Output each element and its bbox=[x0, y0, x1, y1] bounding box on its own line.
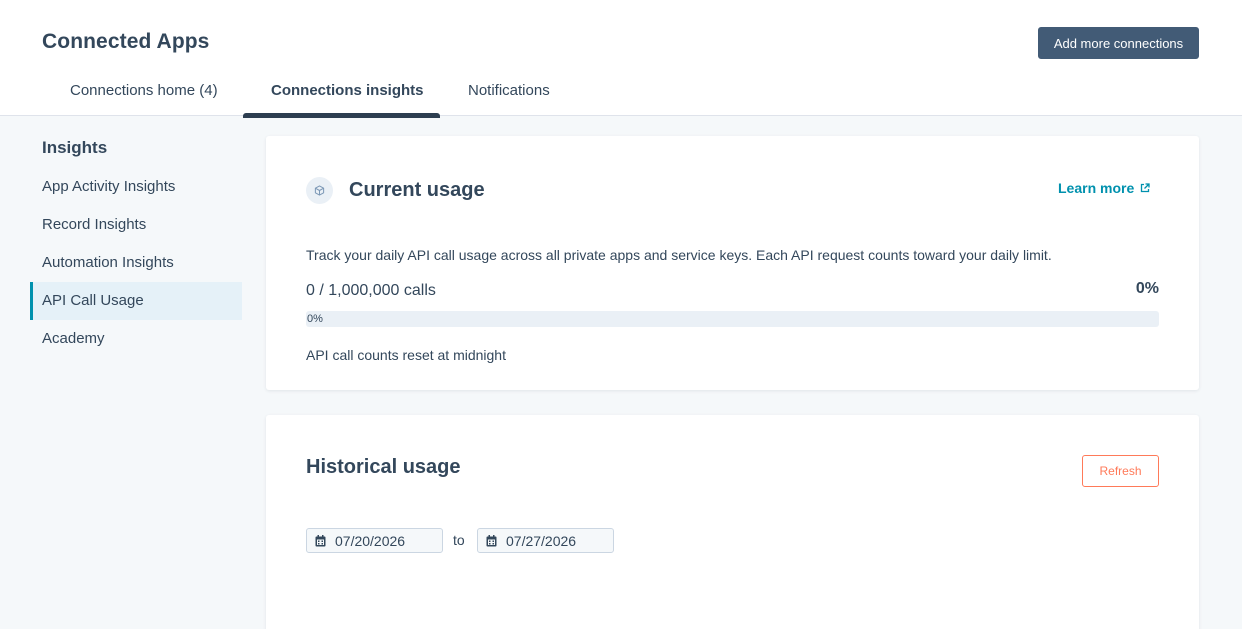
reset-note: API call counts reset at midnight bbox=[306, 347, 506, 363]
tab-notifications[interactable]: Notifications bbox=[468, 82, 550, 99]
external-link-icon bbox=[1141, 183, 1150, 193]
tab-connections-home[interactable]: Connections home (4) bbox=[70, 82, 218, 99]
refresh-button[interactable]: Refresh bbox=[1082, 455, 1159, 487]
historical-usage-card: Historical usage Refresh 07/20/2026 to 0… bbox=[266, 415, 1199, 629]
page-title: Connected Apps bbox=[42, 30, 210, 53]
calendar-icon bbox=[486, 534, 497, 546]
calls-count: 0 / 1,000,000 calls bbox=[306, 282, 436, 299]
sidebar-heading: Insights bbox=[42, 138, 108, 157]
historical-usage-title: Historical usage bbox=[306, 456, 461, 478]
cube-icon bbox=[306, 177, 333, 204]
date-range-separator: to bbox=[453, 532, 465, 548]
sidebar-item-automation-insights[interactable]: Automation Insights bbox=[30, 244, 242, 282]
add-more-connections-button[interactable]: Add more connections bbox=[1038, 27, 1199, 59]
progress-label: 0% bbox=[307, 313, 323, 325]
learn-more-label: Learn more bbox=[1058, 180, 1135, 196]
current-usage-title: Current usage bbox=[349, 179, 485, 201]
end-date-value: 07/27/2026 bbox=[506, 532, 577, 549]
tab-connections-insights[interactable]: Connections insights bbox=[271, 82, 424, 99]
active-tab-indicator bbox=[243, 113, 440, 118]
top-header: Connected Apps Add more connections Conn… bbox=[0, 0, 1242, 118]
sidebar-item-record-insights[interactable]: Record Insights bbox=[30, 206, 242, 244]
start-date-input[interactable]: 07/20/2026 bbox=[306, 528, 443, 553]
sidebar-item-app-activity-insights[interactable]: App Activity Insights bbox=[30, 168, 242, 206]
current-usage-card: Current usage Learn more Track your dail… bbox=[266, 136, 1199, 390]
usage-progress-bar: 0% bbox=[306, 311, 1159, 327]
end-date-input[interactable]: 07/27/2026 bbox=[477, 528, 614, 553]
start-date-value: 07/20/2026 bbox=[335, 532, 406, 549]
calendar-icon bbox=[315, 534, 326, 546]
learn-more-link[interactable]: Learn more bbox=[1058, 180, 1150, 196]
usage-description: Track your daily API call usage across a… bbox=[306, 247, 1052, 263]
usage-percent: 0% bbox=[1135, 280, 1159, 297]
sidebar-item-academy[interactable]: Academy bbox=[30, 320, 242, 358]
sidebar-item-api-call-usage[interactable]: API Call Usage bbox=[30, 282, 242, 320]
